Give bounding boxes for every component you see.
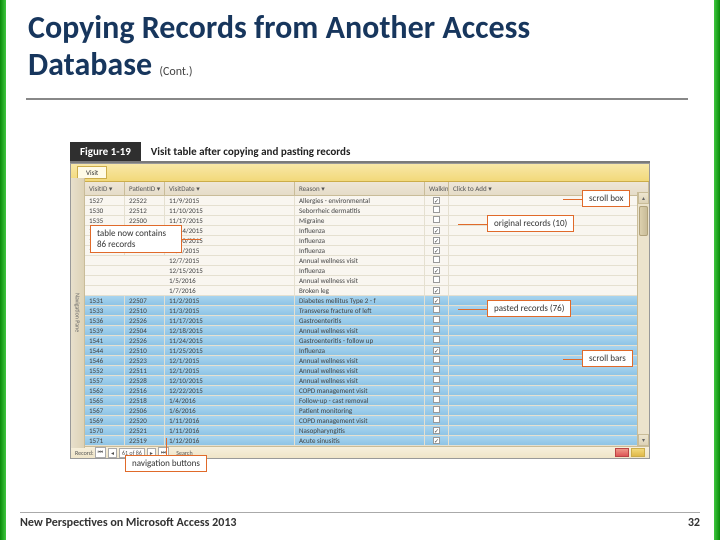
col-patientid[interactable]: PatientID ▾ (125, 182, 165, 195)
scroll-up-icon[interactable]: ▴ (638, 192, 649, 204)
nav-first-icon[interactable]: ⏮ (95, 447, 106, 458)
table-row[interactable]: 15622251612/22/2015COPD management visit (85, 386, 649, 396)
table-row[interactable]: 15392250412/18/2015Annual wellness visit (85, 326, 649, 336)
table-row[interactable]: 15442251011/25/2015Influenza✓ (85, 346, 649, 356)
table-row[interactable]: 1/7/2016Broken leg✓ (85, 286, 649, 296)
footer: New Perspectives on Microsoft Access 201… (20, 512, 700, 530)
record-label: Record: (75, 449, 94, 457)
callout-nav-buttons: navigation buttons (125, 455, 207, 472)
pasted-rows: 15312250711/2/2015Diabetes mellitus Type… (85, 296, 649, 446)
col-visitid[interactable]: VisitID ▾ (85, 182, 125, 195)
table-row[interactable]: 15362252611/17/2015Gastroenteritis (85, 316, 649, 326)
figure-heading: Figure 1-19 Visit table after copying an… (70, 142, 650, 161)
navigation-pane[interactable]: Navigation Pane (71, 178, 85, 448)
column-headers: VisitID ▾ PatientID ▾ VisitDate ▾ Reason… (85, 182, 649, 196)
slide-title: Copying Records from Another Access Data… (28, 10, 688, 84)
vertical-scrollbar[interactable]: ▴ ▾ (637, 192, 649, 446)
decor-ribbon-right (714, 0, 720, 540)
scroll-thumb[interactable] (639, 206, 648, 236)
table-row[interactable]: 1570225211/11/2016Nasopharyngitis✓ (85, 426, 649, 436)
table-row[interactable]: 1565225181/4/2016Follow-up - cast remova… (85, 396, 649, 406)
callout-original-records: original records (10) (487, 215, 574, 232)
decor-ribbon-left (0, 0, 6, 540)
table-row[interactable]: 12/15/2015Influenza✓ (85, 266, 649, 276)
table-row[interactable]: 1571225191/12/2016Acute sinusitis✓ (85, 436, 649, 446)
callout-scroll-box: scroll box (582, 190, 630, 207)
table-row[interactable]: 15272252211/9/2015Allergies - environmen… (85, 196, 649, 206)
scroll-down-icon[interactable]: ▾ (638, 434, 649, 446)
col-visitdate[interactable]: VisitDate ▾ (165, 182, 295, 195)
table-row[interactable]: 12/7/2015Annual wellness visit (85, 256, 649, 266)
view-datasheet-icon[interactable] (615, 448, 629, 457)
title-line1: Copying Records from Another Access (28, 8, 530, 47)
col-reason[interactable]: Reason ▾ (295, 182, 425, 195)
table-row[interactable]: 15412252611/24/2015Gastroenteritis - fol… (85, 336, 649, 346)
figure-number: Figure 1-19 (70, 142, 141, 161)
view-design-icon[interactable] (631, 448, 645, 457)
table-row[interactable]: 15572252812/10/2015Annual wellness visit (85, 376, 649, 386)
title-rule (26, 98, 688, 100)
table-row[interactable]: 1567225061/6/2016Patient monitoring (85, 406, 649, 416)
table-row[interactable]: 15462252312/1/2015Annual wellness visit (85, 356, 649, 366)
table-row[interactable]: 1569225201/11/2016COPD management visit (85, 416, 649, 426)
page-number: 32 (688, 516, 700, 530)
col-walkin[interactable]: WalkIn ▾ (425, 182, 449, 195)
title-line2: Database (28, 45, 152, 84)
nav-prev-icon[interactable]: ◂ (108, 448, 117, 458)
table-row[interactable]: 15522251112/1/2015Annual wellness visit (85, 366, 649, 376)
title-cont: (Cont.) (159, 65, 192, 79)
callout-record-count: table now contains 86 records (90, 225, 182, 253)
table-row[interactable]: 1/5/2016Annual wellness visit (85, 276, 649, 286)
footer-text: New Perspectives on Microsoft Access 201… (20, 516, 237, 530)
callout-scroll-bars: scroll bars (582, 350, 633, 367)
tab-bar: Visit (71, 164, 649, 182)
figure-caption: Visit table after copying and pasting re… (141, 142, 361, 161)
callout-pasted-records: pasted records (76) (487, 300, 571, 317)
